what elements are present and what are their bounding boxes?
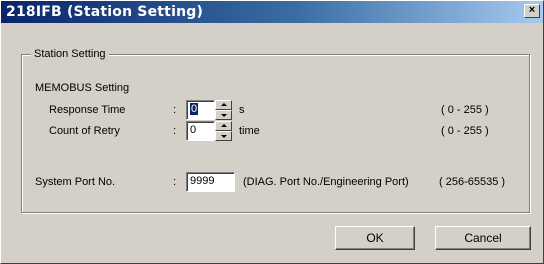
system-port-value: 9999: [190, 175, 215, 187]
system-port-input[interactable]: 9999: [186, 172, 235, 192]
response-time-decrement-button[interactable]: [215, 110, 232, 120]
close-icon: ×: [528, 4, 536, 16]
response-time-input[interactable]: 0: [186, 100, 215, 120]
system-port-range: ( 256-65535 ): [439, 176, 506, 188]
count-of-retry-label: Count of Retry: [49, 125, 120, 137]
system-port-label: System Port No.: [35, 176, 116, 188]
response-time-range: ( 0 - 255 ): [441, 104, 489, 116]
response-time-label: Response Time: [49, 104, 126, 116]
station-setting-dialog: 218IFB (Station Setting) × Station Setti…: [0, 0, 544, 264]
cancel-button[interactable]: Cancel: [435, 226, 531, 250]
ok-button[interactable]: OK: [335, 226, 415, 250]
count-of-retry-input[interactable]: 0: [186, 121, 215, 141]
response-time-unit: s: [239, 104, 245, 116]
title-bar[interactable]: 218IFB (Station Setting) ×: [1, 1, 543, 23]
response-time-increment-button[interactable]: [215, 100, 232, 110]
response-time-spinner[interactable]: [215, 100, 232, 120]
count-of-retry-decrement-button[interactable]: [215, 131, 232, 141]
system-port-colon: :: [173, 176, 177, 188]
count-of-retry-increment-button[interactable]: [215, 121, 232, 131]
response-time-value: 0: [190, 103, 199, 115]
system-port-note: (DIAG. Port No./Engineering Port): [243, 176, 409, 188]
count-of-retry-range: ( 0 - 255 ): [441, 125, 489, 137]
close-button[interactable]: ×: [524, 4, 540, 18]
response-time-colon: :: [173, 104, 177, 116]
count-of-retry-value: 0: [190, 124, 197, 136]
window-title: 218IFB (Station Setting): [6, 4, 204, 20]
spin-down-icon: [221, 135, 227, 138]
memobus-heading: MEMOBUS Setting: [35, 82, 130, 94]
count-of-retry-colon: :: [173, 125, 177, 137]
spin-down-icon: [221, 114, 227, 117]
count-of-retry-unit: time: [239, 125, 260, 137]
group-title: Station Setting: [31, 46, 109, 62]
spin-up-icon: [221, 124, 227, 127]
spin-up-icon: [221, 103, 227, 106]
count-of-retry-spinner[interactable]: [215, 121, 232, 141]
